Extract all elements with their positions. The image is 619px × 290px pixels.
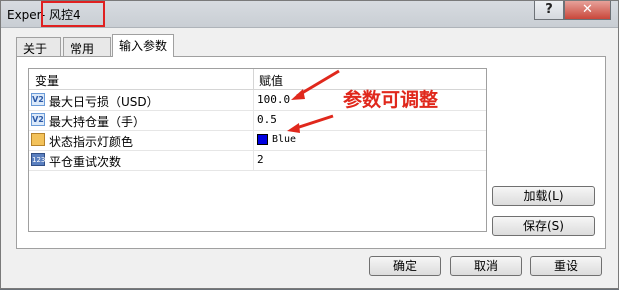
tab-inputs[interactable]: 输入参数 — [112, 34, 174, 57]
annotation-arrowhead-1 — [291, 89, 305, 100]
annotation-text: 参数可调整 — [343, 89, 439, 111]
annotation-arrows — [287, 69, 340, 133]
annotation-arrowhead-2 — [287, 123, 300, 133]
expert-properties-dialog: Exper- 风控4 ? ✕ 关于 常用 输入参数 变量 赋值 V2 最大日亏损… — [0, 0, 619, 289]
